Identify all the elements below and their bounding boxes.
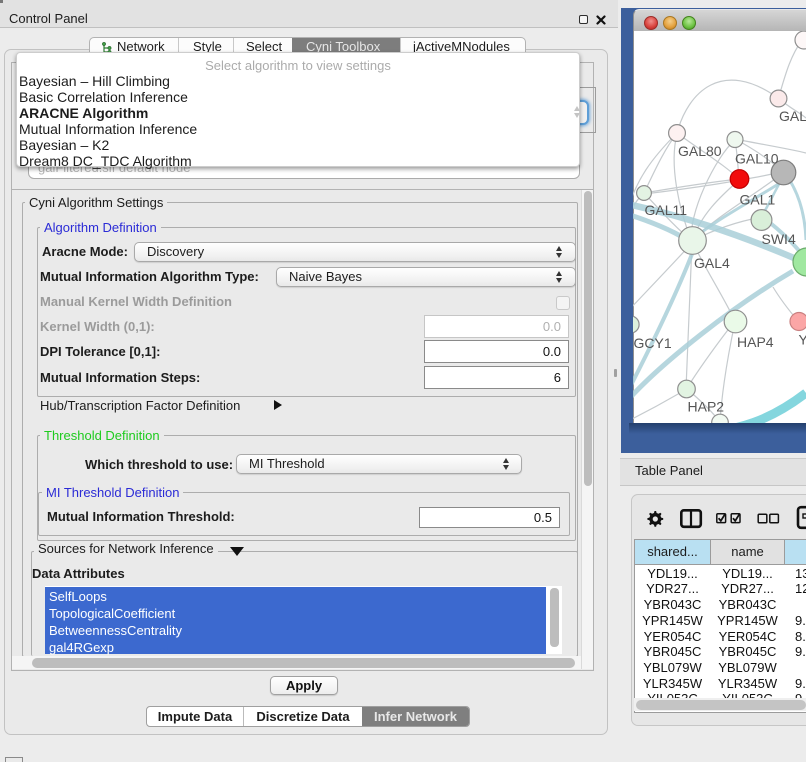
svg-text:GAL10: GAL10	[735, 151, 779, 167]
svg-text:GAL2: GAL2	[779, 108, 806, 124]
svg-text:HAP2: HAP2	[688, 399, 725, 415]
svg-text:GAL11: GAL11	[645, 202, 688, 218]
svg-text:Y: Y	[799, 332, 806, 348]
svg-text:HAP4: HAP4	[737, 334, 774, 350]
svg-text:SWI4: SWI4	[762, 231, 796, 247]
svg-text:GAL1: GAL1	[740, 192, 776, 208]
svg-text:GCY1: GCY1	[634, 335, 672, 351]
svg-text:GAL80: GAL80	[678, 143, 722, 159]
svg-text:GAL4: GAL4	[694, 255, 730, 271]
